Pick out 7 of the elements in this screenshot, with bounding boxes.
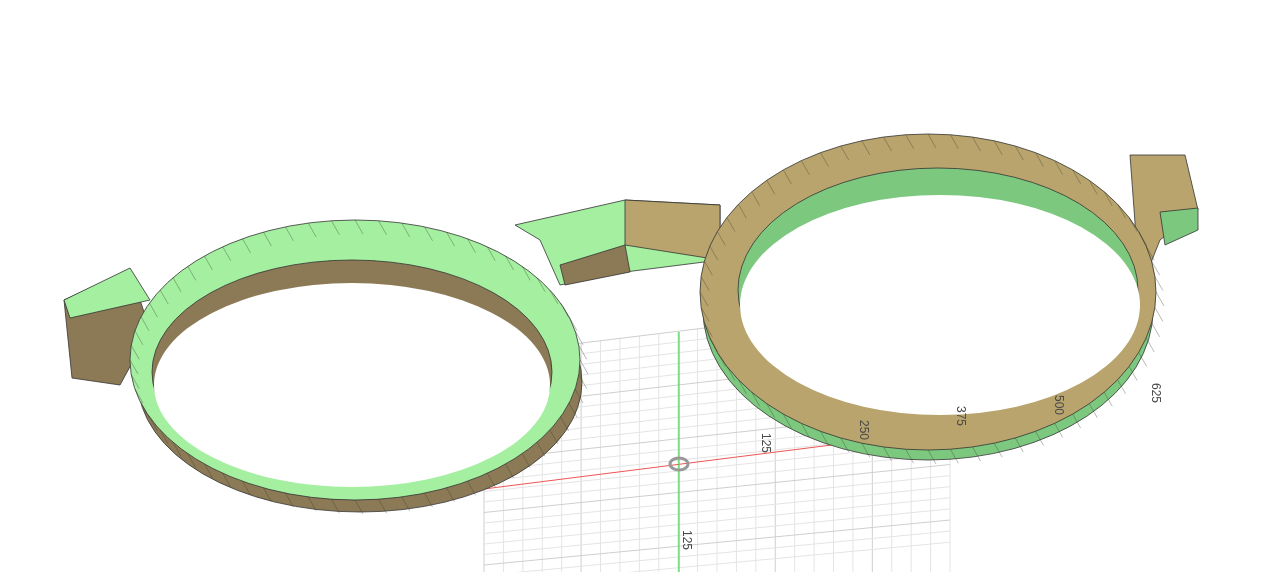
- origin-marker-icon: [668, 456, 690, 472]
- axis-tick-label: 125: [758, 433, 773, 453]
- axis-tick-label: 500: [1051, 395, 1066, 415]
- axis-tick-label: 125: [679, 530, 694, 550]
- axis-tick-label: 375: [953, 406, 968, 426]
- axis-tick-label: 625: [1148, 383, 1163, 403]
- axis-tick-label: 250: [856, 420, 871, 440]
